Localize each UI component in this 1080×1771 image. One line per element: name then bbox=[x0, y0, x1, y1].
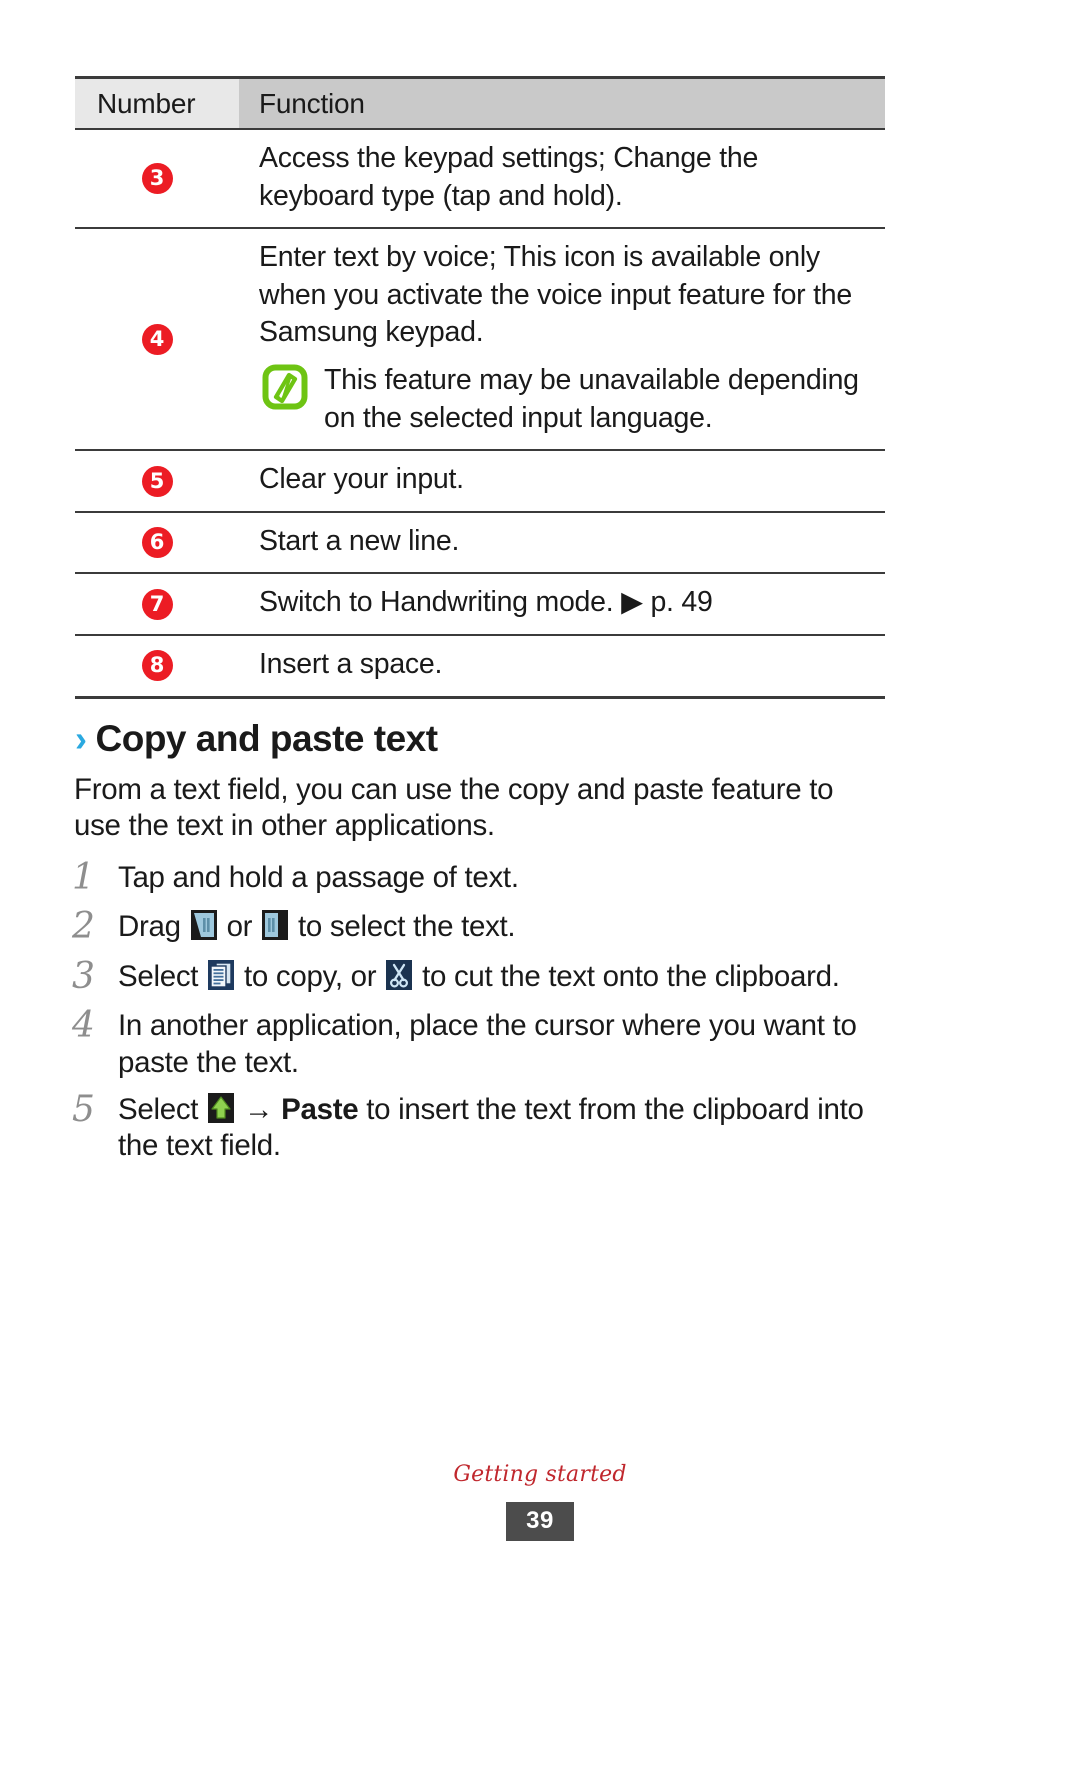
row-number-cell: 6 bbox=[75, 511, 239, 575]
selection-handle-left-icon bbox=[190, 910, 217, 941]
paste-arrow-icon: → bbox=[244, 1092, 274, 1126]
chevron-right-icon: › bbox=[75, 718, 87, 759]
row-function-cell: Enter text by voice; This icon is availa… bbox=[239, 228, 885, 452]
keypad-function-table: Number Function 3 Access the keypad sett… bbox=[75, 76, 885, 699]
page-ref-arrow-icon: ▶ bbox=[621, 586, 643, 619]
paste-menu-label: Paste bbox=[281, 1092, 359, 1126]
step-text-post: to select the text. bbox=[298, 910, 516, 944]
page-footer: Getting started 39 bbox=[0, 1462, 1080, 1541]
step-text: Drag or to select the text. bbox=[118, 906, 888, 946]
table-row: 5 Clear your input. bbox=[75, 450, 885, 513]
circled-number-badge: 5 bbox=[141, 465, 173, 497]
steps-list: 1 Tap and hold a passage of text. 2 Drag… bbox=[68, 857, 888, 1172]
step-text: Select to copy, or to cut the text onto … bbox=[118, 956, 888, 996]
list-item: 5 Select → Paste to insert the text from… bbox=[68, 1089, 888, 1165]
row-function-cell: Clear your input. bbox=[239, 450, 885, 513]
row-number-cell: 7 bbox=[75, 573, 239, 637]
step-text-pre: Select bbox=[118, 1092, 199, 1126]
note-text: This feature may be unavailable dependin… bbox=[324, 364, 859, 434]
table-row: 3 Access the keypad settings; Change the… bbox=[75, 129, 885, 230]
row-function-text: Enter text by voice; This icon is availa… bbox=[259, 241, 852, 349]
note-block: This feature may be unavailable dependin… bbox=[259, 362, 873, 437]
step-text-mid: to copy, or bbox=[244, 959, 377, 993]
copy-icon bbox=[208, 959, 235, 990]
circled-number-badge: 7 bbox=[141, 588, 173, 620]
row-number-cell: 5 bbox=[75, 450, 239, 513]
step-text-pre: Select bbox=[118, 959, 199, 993]
step-text-pre: Drag bbox=[118, 910, 181, 944]
section-intro-paragraph: From a text field, you can use the copy … bbox=[74, 773, 834, 843]
table-row: 4 Enter text by voice; This icon is avai… bbox=[75, 228, 885, 452]
page-reference: p. 49 bbox=[650, 586, 713, 619]
note-pencil-icon bbox=[262, 364, 308, 410]
step-text: In another application, place the cursor… bbox=[118, 1009, 857, 1079]
list-item: 4 In another application, place the curs… bbox=[68, 1005, 888, 1081]
step-text-post: to cut the text onto the clipboard. bbox=[422, 959, 840, 993]
table-header-row: Number Function bbox=[75, 76, 885, 130]
table-header-function: Function bbox=[239, 76, 885, 130]
table-row: 6 Start a new line. bbox=[75, 511, 885, 575]
list-item: 1 Tap and hold a passage of text. bbox=[68, 857, 888, 899]
document-page: Number Function 3 Access the keypad sett… bbox=[0, 0, 1080, 1771]
step-number: 2 bbox=[72, 906, 95, 948]
section-title: Copy and paste text bbox=[95, 718, 439, 759]
row-function-cell: Access the keypad settings; Change the k… bbox=[239, 129, 885, 230]
list-item: 2 Drag or to select the text. bbox=[68, 906, 888, 948]
row-number-cell: 8 bbox=[75, 635, 239, 699]
step-text: Select → Paste to insert the text from t… bbox=[118, 1089, 888, 1165]
table-header-number: Number bbox=[75, 76, 239, 130]
step-number: 3 bbox=[72, 955, 95, 997]
section-heading: › Copy and paste text bbox=[75, 718, 438, 760]
footer-chapter-label: Getting started bbox=[453, 1462, 627, 1487]
table-row: 8 Insert a space. bbox=[75, 635, 885, 699]
row-function-cell: Switch to Handwriting mode. ▶ p. 49 bbox=[239, 573, 885, 637]
step-number: 1 bbox=[72, 857, 95, 898]
row-number-cell: 3 bbox=[75, 129, 239, 230]
row-function-text: Switch to Handwriting mode. bbox=[259, 586, 614, 619]
step-text: Tap and hold a passage of text. bbox=[118, 861, 519, 894]
row-function-cell: Start a new line. bbox=[239, 511, 885, 575]
circled-number-badge: 4 bbox=[141, 323, 173, 355]
circled-number-badge: 3 bbox=[141, 163, 173, 195]
step-number: 4 bbox=[72, 1005, 95, 1047]
paste-clipboard-icon bbox=[208, 1092, 235, 1123]
circled-number-badge: 6 bbox=[141, 527, 173, 559]
step-number: 5 bbox=[72, 1088, 95, 1130]
selection-handle-right-icon bbox=[262, 910, 289, 941]
table-row: 7 Switch to Handwriting mode. ▶ p. 49 bbox=[75, 573, 885, 637]
page-number-badge: 39 bbox=[506, 1502, 574, 1541]
row-number-cell: 4 bbox=[75, 228, 239, 452]
list-item: 3 Select to copy, or to cut the text ont… bbox=[68, 956, 888, 998]
step-text-mid: or bbox=[226, 910, 253, 944]
circled-number-badge: 8 bbox=[141, 650, 173, 682]
row-function-cell: Insert a space. bbox=[239, 635, 885, 699]
cut-scissors-icon bbox=[386, 959, 413, 990]
